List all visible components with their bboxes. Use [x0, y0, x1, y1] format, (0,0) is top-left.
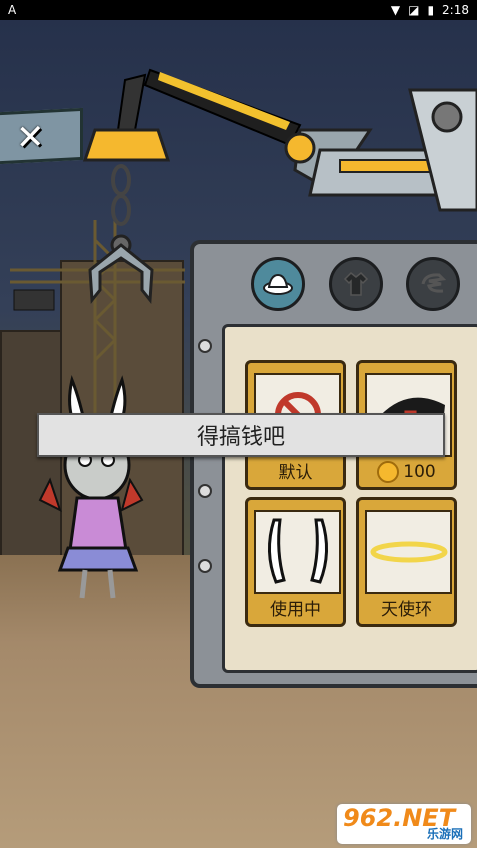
zombie-girl-character [38, 375, 144, 599]
close-icon: ✕ [16, 116, 45, 159]
wifi-icon: ▼ [390, 3, 401, 17]
shirt-icon [343, 271, 369, 296]
bunny-ears-icon [267, 518, 329, 584]
notification-badge: A [8, 3, 17, 17]
item-grid: 默认 7 100 使用中 [222, 324, 477, 673]
tab-hat[interactable] [251, 257, 305, 311]
binder-ring [198, 339, 212, 353]
coin-icon [377, 461, 400, 483]
swirl-icon [421, 273, 447, 293]
item-price: 100 [403, 462, 436, 482]
tab-extra[interactable] [406, 257, 460, 311]
item-card-halo[interactable]: 天使环 [356, 497, 457, 627]
hat-icon [263, 273, 293, 295]
toast-message: 得搞钱吧 [37, 413, 445, 457]
binder-ring [198, 484, 212, 498]
close-button[interactable]: ✕ [0, 107, 83, 165]
watermark-logo: 962.NET 乐游网 [337, 804, 471, 844]
halo-icon [370, 541, 448, 563]
item-label: 使用中 [270, 600, 321, 620]
battery-icon: ▮ [427, 3, 435, 17]
binder-ring [198, 559, 212, 573]
item-card-bunny-ears[interactable]: 使用中 [245, 497, 346, 627]
status-bar: A ▼ ◪ ▮ 2:18 [0, 0, 477, 20]
clock: 2:18 [442, 3, 469, 17]
sim-icon: ◪ [408, 3, 420, 17]
watermark-subtitle: 乐游网 [426, 827, 463, 841]
item-label: 默认 [278, 463, 313, 483]
item-label: 天使环 [381, 600, 432, 620]
wardrobe-panel: 默认 7 100 使用中 [190, 240, 477, 688]
tab-clothes[interactable] [329, 257, 383, 311]
